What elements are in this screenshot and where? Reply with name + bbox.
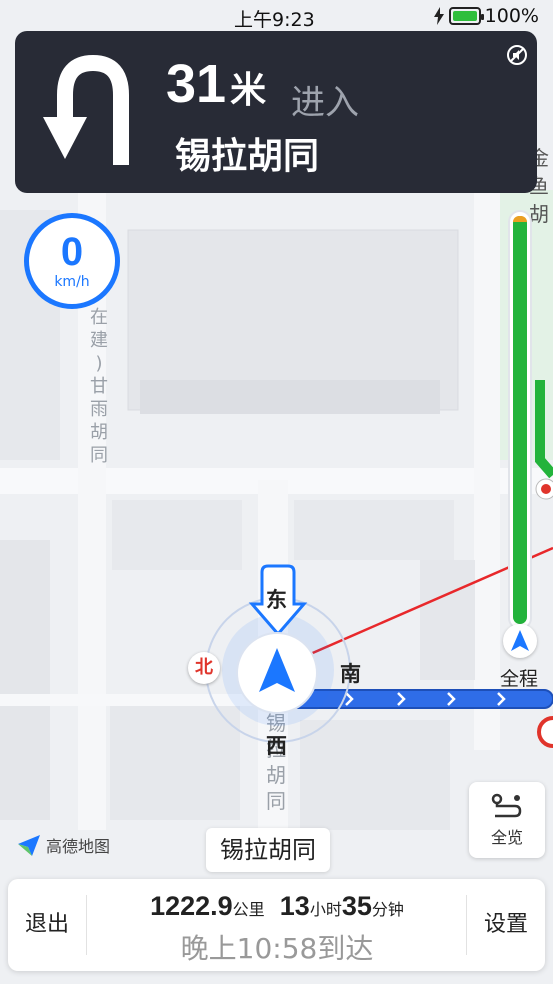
street-label-char: ): [95, 353, 103, 374]
turn-action: 进入: [291, 83, 359, 123]
voice-mute-icon[interactable]: [505, 43, 529, 67]
charging-icon: [433, 7, 444, 25]
status-time: 上午9:23: [234, 9, 315, 31]
amap-logo-icon: [18, 835, 40, 856]
amap-logo: 高德地图: [16, 832, 110, 858]
exit-button[interactable]: 退出: [8, 879, 86, 971]
settings-button[interactable]: 设置: [467, 879, 545, 971]
trip-summary: 1222.9公里 13小时35分钟: [87, 891, 467, 922]
battery-icon: [448, 7, 484, 25]
distance-value: 31: [166, 54, 227, 114]
traffic-progress-fill: [513, 216, 527, 624]
minutes-unit: 分钟: [371, 900, 404, 919]
street-label-char: 雨: [90, 399, 108, 420]
street-label-char: 在: [90, 307, 108, 328]
speed-value: 0: [60, 230, 84, 274]
turn-distance: 31 米: [166, 53, 266, 115]
compass-south: 南: [340, 662, 361, 686]
remaining-minutes: 35: [341, 891, 372, 921]
status-bar: 上午9:23 100%: [0, 0, 553, 32]
street-label-char: 同: [90, 445, 108, 466]
overview-button[interactable]: 全览: [469, 782, 545, 858]
compass-west: 西: [266, 734, 287, 758]
progress-car-marker: [503, 624, 537, 658]
remaining-distance: 1222.9: [150, 891, 233, 921]
remaining-distance-unit: 公里: [232, 900, 265, 919]
hours-unit: 小时: [309, 900, 342, 919]
guidance-panel[interactable]: 31 米 进入 锡拉胡同: [15, 31, 537, 193]
remaining-hours: 13: [279, 891, 310, 921]
overview-label: 全览: [490, 828, 523, 847]
compass-north-icon[interactable]: 北: [188, 652, 220, 684]
traffic-progress-bar: [508, 210, 532, 630]
u-turn-icon: [43, 54, 129, 165]
street-label-left: 在 建 ) 甘 雨 胡 同: [88, 306, 110, 467]
current-road-label: 锡拉胡同: [206, 828, 330, 872]
status-right: 100%: [433, 5, 539, 27]
arrival-time: 晚上10:58到达: [180, 932, 374, 965]
speedometer: 0 km/h: [24, 213, 120, 309]
street-label-char: 甘: [90, 376, 108, 397]
logo-text: 高德地图: [46, 837, 111, 856]
speed-unit: km/h: [54, 274, 90, 290]
distance-unit: 米: [230, 69, 267, 110]
bottom-bar: 退出 1222.9公里 13小时35分钟 晚上10:58到达 设置: [8, 879, 545, 971]
street-label-char: 胡: [90, 422, 108, 443]
battery-percent: 100%: [484, 5, 539, 27]
next-road-name: 锡拉胡同: [175, 136, 320, 177]
street-label-char: 同: [266, 789, 286, 813]
car-arrow-icon: [511, 630, 529, 651]
compass-east: 东: [266, 588, 287, 612]
battery-level: [452, 11, 477, 21]
street-label-char: 胡: [266, 763, 286, 787]
route-overview-icon: [491, 793, 522, 818]
progress-label: 全程: [500, 668, 539, 690]
street-label-char: 建: [90, 330, 108, 351]
traffic-congestion-segment: [513, 216, 527, 222]
